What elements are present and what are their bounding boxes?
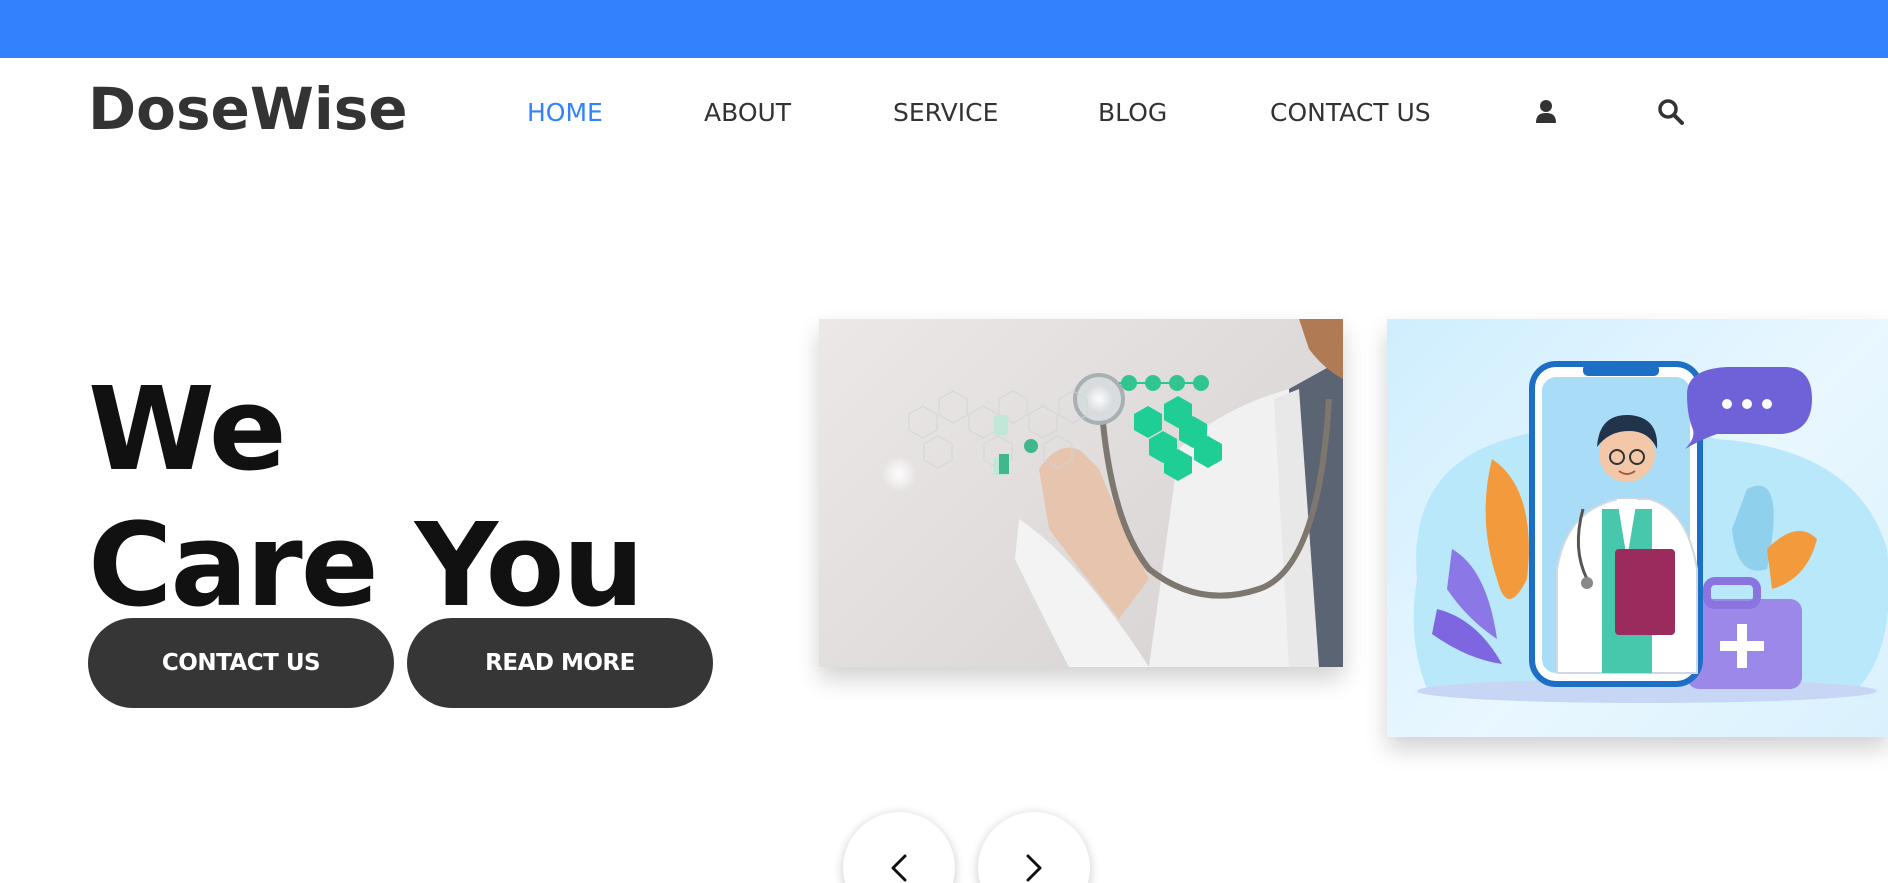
doctor-stethoscope-image bbox=[881, 319, 1343, 667]
search-icon[interactable] bbox=[1655, 96, 1687, 128]
telemedicine-illustration bbox=[1413, 361, 1888, 703]
carousel-slide-1[interactable] bbox=[819, 319, 1343, 667]
hero-title: We Care You bbox=[88, 362, 644, 634]
nav-blog[interactable]: BLOG bbox=[1098, 100, 1167, 125]
contact-us-button[interactable]: CONTACT US bbox=[88, 618, 394, 708]
top-accent-bar bbox=[0, 0, 1888, 58]
nav-about[interactable]: ABOUT bbox=[704, 100, 791, 125]
read-more-button[interactable]: READ MORE bbox=[407, 618, 713, 708]
carousel-next-button[interactable] bbox=[978, 812, 1090, 883]
nav-home[interactable]: HOME bbox=[527, 100, 603, 125]
hero-title-line-1: We bbox=[88, 363, 287, 497]
hero-title-line-2: Care You bbox=[88, 499, 644, 633]
chevron-right-icon bbox=[1026, 854, 1042, 882]
site-logo[interactable]: DoseWise bbox=[88, 80, 408, 138]
site-header: DoseWise HOME ABOUT SERVICE BLOG CONTACT… bbox=[0, 58, 1888, 168]
nav-contact-us[interactable]: CONTACT US bbox=[1270, 100, 1431, 125]
chevron-left-icon bbox=[891, 854, 907, 882]
carousel-slide-2[interactable] bbox=[1387, 319, 1888, 737]
carousel-prev-button[interactable] bbox=[843, 812, 955, 883]
nav-service[interactable]: SERVICE bbox=[893, 100, 998, 125]
user-icon[interactable] bbox=[1530, 96, 1562, 128]
